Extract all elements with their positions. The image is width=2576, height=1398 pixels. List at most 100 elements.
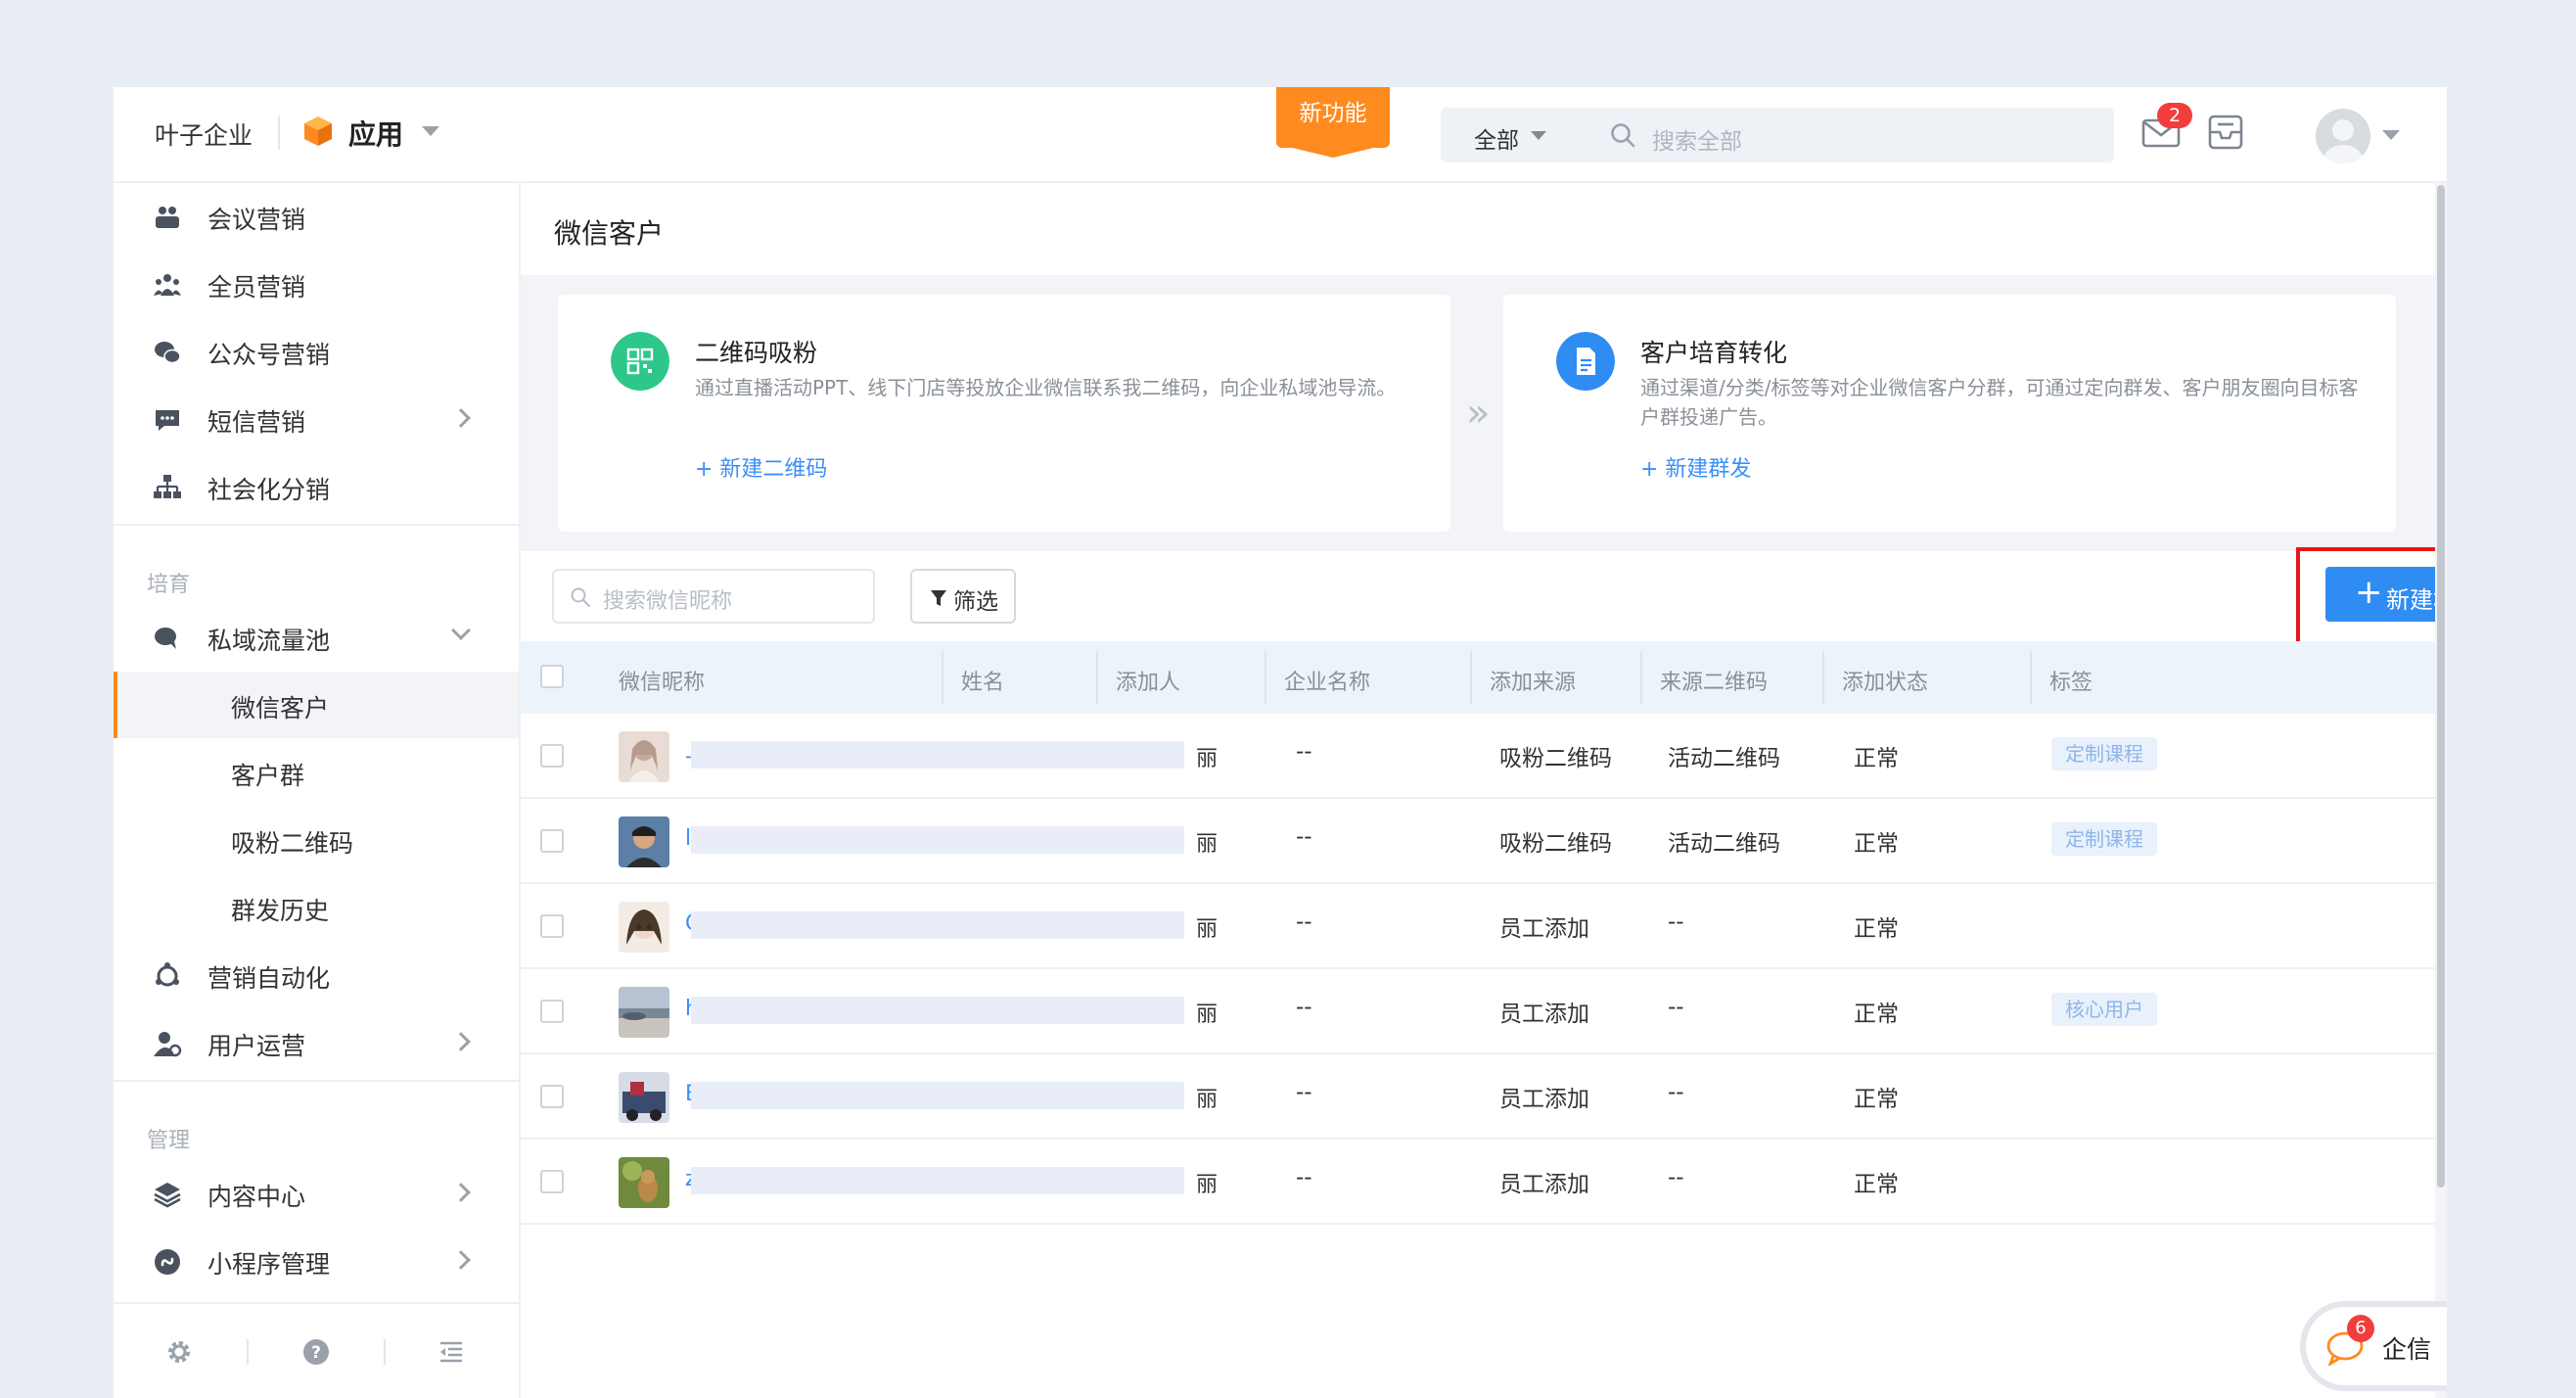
column-header[interactable]: 姓名: [961, 665, 1004, 696]
redaction-mask: [691, 826, 1184, 854]
sidebar-item-meeting-marketing[interactable]: 会议营销: [114, 183, 519, 250]
new-qrcode-link[interactable]: + 新建二维码: [695, 451, 827, 483]
new-feature-badge[interactable]: 新功能: [1276, 87, 1390, 148]
new-broadcast-button[interactable]: + 新建群发: [2325, 567, 2447, 622]
team-icon: [154, 274, 181, 296]
gear-icon[interactable]: [164, 1337, 194, 1367]
sidebar-item-private-pool[interactable]: 私域流量池: [114, 604, 519, 671]
sidebar-item-miniprogram[interactable]: 小程序管理: [114, 1228, 519, 1294]
sidebar-subitem-wechat-customers[interactable]: 微信客户: [114, 672, 519, 738]
customer-avatar: [619, 902, 669, 953]
user-settings-icon: [154, 1032, 182, 1057]
chevron-down-icon[interactable]: [1531, 131, 1546, 140]
column-header[interactable]: 添加状态: [1842, 665, 1928, 696]
qrcode-cell: --: [1668, 995, 1684, 1020]
status-cell: 正常: [1854, 831, 1899, 857]
sidebar-item-label: 会议营销: [207, 206, 306, 234]
table-row[interactable]: z 丽 -- 员工添加 -- 正常: [521, 1140, 2435, 1225]
sidebar-item-content-center[interactable]: 内容中心: [114, 1160, 519, 1227]
table-row[interactable]: li 丽 -- 吸粉二维码 活动二维码 正常 定制课程: [521, 799, 2435, 884]
filter-button[interactable]: 筛选: [910, 569, 1016, 624]
table-row[interactable]: B 丽 -- 员工添加 -- 正常: [521, 1054, 2435, 1140]
top-header: 叶子企业 应用 新功能 全部 搜索全部 2: [114, 87, 2447, 183]
sidebar-item-user-ops[interactable]: 用户运营: [114, 1009, 519, 1076]
table-row[interactable]: 一 丽 -- 吸粉二维码 活动二维码 正常 定制课程: [521, 714, 2435, 799]
card-description: 通过直播活动PPT、线下门店等投放企业微信联系我二维码，向企业私域池导流。: [695, 376, 1397, 399]
company-cell: --: [1296, 739, 1312, 765]
column-header[interactable]: 企业名称: [1284, 665, 1370, 696]
automation-icon: [156, 962, 179, 987]
svg-text:?: ?: [311, 1343, 321, 1363]
row-checkbox[interactable]: [540, 829, 564, 853]
scrollbar-thumb[interactable]: [2437, 185, 2445, 1188]
search-scope-select[interactable]: 全部: [1474, 121, 1519, 155]
help-icon[interactable]: ?: [301, 1337, 331, 1367]
row-checkbox[interactable]: [540, 914, 564, 938]
table-header: 微信昵称 姓名 添加人 企业名称 添加来源 来源二维码 添加状态 标签: [521, 641, 2435, 714]
column-header[interactable]: 添加来源: [1490, 665, 1576, 696]
main-content: 微信客户 二维码吸粉 通过直播活动PPT、线下门店等投放企业微信联系我二维码，向…: [521, 183, 2447, 1398]
sidebar-divider: [114, 1080, 519, 1082]
qixin-chat-widget[interactable]: 6 企信: [2306, 1307, 2447, 1385]
sidebar-subitem-customer-groups[interactable]: 客户群: [114, 739, 519, 806]
app-switcher-label[interactable]: 应用: [348, 114, 403, 153]
row-checkbox[interactable]: [540, 1000, 564, 1023]
global-search-bar[interactable]: 全部 搜索全部: [1441, 108, 2114, 163]
column-header[interactable]: 标签: [2049, 665, 2093, 696]
column-header[interactable]: 微信昵称: [619, 665, 705, 696]
tag-badge: 定制课程: [2051, 822, 2157, 856]
select-all-checkbox[interactable]: [540, 665, 564, 688]
chevron-down-icon[interactable]: [2382, 130, 2400, 140]
collapse-menu-icon[interactable]: [437, 1337, 466, 1367]
row-checkbox[interactable]: [540, 1170, 564, 1193]
user-avatar[interactable]: [2316, 109, 2370, 163]
card-title: 客户培育转化: [1640, 339, 1788, 367]
status-cell: 正常: [1854, 1002, 1899, 1027]
org-chart-icon: [154, 475, 181, 498]
sidebar-item-official-account[interactable]: 公众号营销: [114, 318, 519, 385]
header-divider: [278, 116, 280, 150]
tag-badge: 核心用户: [2051, 993, 2157, 1026]
qrcode-cell: --: [1668, 1165, 1684, 1190]
scrollbar[interactable]: [2435, 183, 2447, 1398]
sidebar: 会议营销 全员营销 公众号营销 短信营销 社会化分销 培育 私域流量池 微信客户…: [114, 183, 521, 1398]
sidebar-subitem-broadcast-history[interactable]: 群发历史: [114, 874, 519, 941]
sidebar-subitem-label: 微信客户: [231, 694, 330, 722]
footer-divider: [384, 1339, 386, 1365]
chevron-right-icon: [451, 1250, 471, 1270]
qrcode-cell: 活动二维码: [1668, 831, 1780, 857]
sidebar-item-label: 社会化分销: [207, 476, 331, 504]
global-search-input[interactable]: 搜索全部: [1652, 122, 1742, 156]
app-cube-icon: [304, 116, 332, 146]
sidebar-item-automation[interactable]: 营销自动化: [114, 942, 519, 1008]
column-divider: [1470, 651, 1472, 704]
source-cell: 员工添加: [1499, 916, 1589, 942]
nickname-search-input[interactable]: 搜索微信昵称: [552, 569, 875, 624]
tag-badge: 定制课程: [2051, 737, 2157, 770]
sidebar-item-label: 公众号营销: [207, 341, 331, 369]
sidebar-subitem-fan-qrcode[interactable]: 吸粉二维码: [114, 807, 519, 873]
sidebar-item-social-distribution[interactable]: 社会化分销: [114, 453, 519, 520]
column-divider: [1822, 651, 1824, 704]
column-header[interactable]: 来源二维码: [1660, 665, 1768, 696]
sidebar-section-nurture: 培育: [147, 573, 191, 597]
filter-label: 筛选: [953, 589, 998, 615]
adder-cell: 丽: [1196, 832, 1219, 857]
sidebar-item-all-staff-marketing[interactable]: 全员营销: [114, 251, 519, 317]
inbox-icon[interactable]: [2206, 113, 2245, 152]
table-row[interactable]: G 丽 -- 员工添加 -- 正常: [521, 884, 2435, 969]
redaction-mask: [691, 911, 1184, 939]
column-header[interactable]: 添加人: [1116, 665, 1180, 696]
row-checkbox[interactable]: [540, 1085, 564, 1108]
miniprogram-icon: [155, 1249, 180, 1275]
adder-cell: 丽: [1196, 747, 1219, 771]
sidebar-footer: ?: [114, 1302, 519, 1398]
row-checkbox[interactable]: [540, 744, 564, 768]
company-name[interactable]: 叶子企业: [155, 116, 253, 152]
new-broadcast-link[interactable]: + 新建群发: [1640, 451, 1751, 483]
chevron-down-icon[interactable]: [422, 126, 439, 136]
customer-avatar: [619, 731, 669, 782]
qrcode-cell: --: [1668, 1080, 1684, 1105]
table-row[interactable]: h 丽 -- 员工添加 -- 正常 核心用户: [521, 969, 2435, 1054]
sidebar-item-sms-marketing[interactable]: 短信营销: [114, 386, 519, 452]
